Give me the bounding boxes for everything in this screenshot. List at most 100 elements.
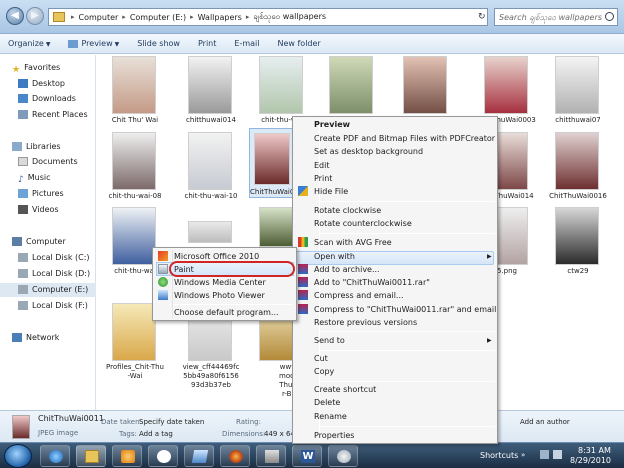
menu-cut[interactable]: Cut <box>314 354 328 364</box>
submenu-choose-default[interactable]: Choose default program... <box>174 308 279 318</box>
menu-copy[interactable]: Copy <box>314 367 334 377</box>
nav-disk-c[interactable]: Local Disk (C:) <box>0 251 96 265</box>
menu-delete[interactable]: Delete <box>314 398 340 408</box>
breadcrumb-current-folder[interactable]: ချစ်သုဝေ wallpapers <box>253 11 326 23</box>
menu-separator <box>319 350 495 351</box>
forward-button[interactable]: ▶ <box>26 7 44 25</box>
preview-button[interactable]: Preview ▼ <box>68 39 119 48</box>
menu-rename[interactable]: Rename <box>314 412 347 422</box>
nav-libraries[interactable]: Libraries <box>0 140 96 154</box>
start-button[interactable] <box>4 444 32 468</box>
clock-time[interactable]: 8:31 AM <box>578 446 611 455</box>
taskbar-app[interactable] <box>184 445 214 467</box>
organize-button[interactable]: Organize ▼ <box>8 39 50 48</box>
network-icon <box>12 333 22 342</box>
search-icon[interactable] <box>605 12 614 21</box>
breadcrumb-drive-e[interactable]: Computer (E:) <box>130 13 186 22</box>
menu-compress-email[interactable]: Compress and email... <box>314 291 404 301</box>
file-label: ChitThuWai0016 <box>549 192 607 200</box>
nav-videos[interactable]: Videos <box>0 203 96 217</box>
network-tray-icon[interactable] <box>540 450 549 459</box>
nav-documents[interactable]: Documents <box>0 155 96 169</box>
taskbar-explorer[interactable] <box>76 445 106 467</box>
menu-preview[interactable]: Preview <box>314 120 350 130</box>
file-label: Profiles_Chit-Thu <box>106 363 164 371</box>
tray-expand-icon[interactable]: » <box>521 451 525 459</box>
menu-rotate-counterclockwise[interactable]: Rotate counterclockwise <box>314 219 412 229</box>
nav-disk-d-label: Local Disk (D:) <box>32 269 91 278</box>
menu-edit[interactable]: Edit <box>314 161 330 171</box>
menu-hide-file[interactable]: Hide File <box>314 187 348 197</box>
firefox-icon <box>229 450 243 463</box>
breadcrumb-computer[interactable]: Computer <box>79 13 119 22</box>
date-taken-value[interactable]: Specify date taken <box>139 418 204 426</box>
file-thumbnail[interactable]: chitthuwai014 <box>178 56 244 128</box>
taskbar-app-2[interactable] <box>256 445 286 467</box>
slideshow-button[interactable]: Slide show <box>137 39 180 48</box>
menu-separator <box>173 304 293 305</box>
tags-value[interactable]: Add a tag <box>139 430 173 438</box>
back-button[interactable]: ◀ <box>6 7 24 25</box>
refresh-icon[interactable]: ↻ <box>478 8 490 26</box>
app-icon <box>191 450 209 463</box>
menu-set-background[interactable]: Set as desktop background <box>314 147 423 157</box>
search-input[interactable]: Search ချစ်သုဝေ wallpapers <box>494 8 618 26</box>
tray-shortcuts[interactable]: Shortcuts <box>480 451 518 460</box>
print-button[interactable]: Print <box>198 39 216 48</box>
nav-disk-f[interactable]: Local Disk (F:) <box>0 299 96 313</box>
file-thumbnail[interactable]: ctw29 <box>545 207 611 279</box>
nav-network[interactable]: Network <box>0 331 96 345</box>
taskbar-word[interactable]: W <box>292 445 322 467</box>
file-thumbnail[interactable]: Chit Thu' Wai <box>102 56 168 128</box>
photo-thumbnail <box>188 221 232 243</box>
file-thumbnail[interactable]: chit-thu-wai-08 <box>102 132 168 204</box>
file-label: chitthuwai014 <box>186 116 236 124</box>
menu-restore-versions[interactable]: Restore previous versions <box>314 318 417 328</box>
taskbar-paint[interactable] <box>328 445 358 467</box>
menu-send-to[interactable]: Send to <box>314 336 345 346</box>
nav-disk-e[interactable]: Computer (E:) <box>0 283 96 297</box>
menu-rotate-clockwise[interactable]: Rotate clockwise <box>314 206 381 216</box>
nav-desktop[interactable]: Desktop <box>0 77 96 91</box>
menu-separator <box>319 426 495 427</box>
file-thumbnail[interactable]: chitthuwai07 <box>545 56 611 128</box>
menu-scan-avg[interactable]: Scan with AVG Free <box>314 238 392 248</box>
photo-thumbnail <box>555 207 599 265</box>
breadcrumb-wallpapers[interactable]: Wallpapers <box>198 13 242 22</box>
file-thumbnail[interactable]: chit-thu-wai-10 <box>178 132 244 204</box>
menu-print[interactable]: Print <box>314 174 332 184</box>
new-folder-button[interactable]: New folder <box>277 39 320 48</box>
clock-date[interactable]: 8/29/2010 <box>570 456 611 465</box>
taskbar-media-player[interactable] <box>112 445 142 467</box>
menu-add-to-archive[interactable]: Add to archive... <box>314 265 380 275</box>
volume-tray-icon[interactable] <box>553 450 562 459</box>
file-thumbnail[interactable]: ChitThuWai0016 <box>545 132 611 204</box>
nav-favorites[interactable]: ★ Favorites <box>0 61 96 75</box>
menu-create-pdf[interactable]: Create PDF and Bitmap Files with PDFCrea… <box>314 134 495 144</box>
nav-recent[interactable]: Recent Places <box>0 108 96 122</box>
photo-thumbnail <box>259 56 303 114</box>
menu-compress-rar-email[interactable]: Compress to "ChitThuWai0011.rar" and ema… <box>314 305 496 315</box>
pictures-icon <box>18 189 28 198</box>
email-button[interactable]: E-mail <box>234 39 259 48</box>
menu-open-with[interactable]: Open with <box>314 252 355 262</box>
nav-pictures[interactable]: Pictures <box>0 187 96 201</box>
taskbar-ie[interactable] <box>40 445 70 467</box>
photo-thumbnail <box>555 56 599 114</box>
menu-properties[interactable]: Properties <box>314 431 354 441</box>
photo-thumbnail <box>403 56 447 114</box>
menu-create-shortcut[interactable]: Create shortcut <box>314 385 376 395</box>
address-bar[interactable]: ▸ Computer ▸ Computer (E:) ▸ Wallpapers … <box>48 8 488 26</box>
authors-value[interactable]: Add an author <box>520 418 570 426</box>
taskbar-talk[interactable] <box>148 445 178 467</box>
submenu-photo-viewer[interactable]: Windows Photo Viewer <box>174 291 265 301</box>
submenu-media-center[interactable]: Windows Media Center <box>174 278 266 288</box>
taskbar-firefox[interactable] <box>220 445 250 467</box>
recent-places-icon <box>18 110 28 119</box>
menu-add-to-rar[interactable]: Add to "ChitThuWai0011.rar" <box>314 278 430 288</box>
nav-disk-d[interactable]: Local Disk (D:) <box>0 267 96 281</box>
nav-music[interactable]: ♪ Music <box>0 171 96 185</box>
selected-file-thumbnail[interactable]: ChitThuWai0011 <box>249 128 308 198</box>
nav-computer[interactable]: Computer <box>0 235 96 249</box>
nav-downloads[interactable]: Downloads <box>0 92 96 106</box>
